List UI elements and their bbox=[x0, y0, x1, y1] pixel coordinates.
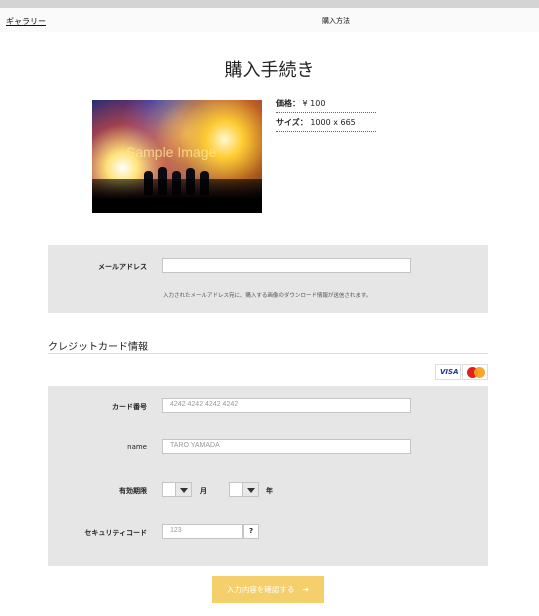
size-label: サイズ： bbox=[276, 118, 308, 127]
email-label: メールアドレス bbox=[98, 263, 147, 271]
cvc-input[interactable]: 123 bbox=[162, 524, 243, 539]
expiry-label: 有効期限 bbox=[119, 487, 147, 495]
page-title: 購入手続き bbox=[224, 60, 315, 81]
visa-icon: VISA bbox=[435, 364, 461, 380]
nav-link-gallery[interactable]: ギャラリー bbox=[6, 16, 46, 27]
cvc-help-button[interactable]: ? bbox=[243, 524, 259, 539]
credit-card-panel: カード番号 4242 4242 4242 4242 name TARO YAMA… bbox=[48, 386, 488, 566]
size-row: サイズ： 1000 x 665 bbox=[276, 117, 376, 132]
card-number-input[interactable]: 4242 4242 4242 4242 bbox=[162, 398, 411, 413]
cardholder-name-input[interactable]: TARO YAMADA bbox=[162, 439, 411, 454]
arrow-right-icon: ➔ bbox=[302, 585, 310, 594]
month-unit: 月 bbox=[200, 487, 207, 495]
card-number-label: カード番号 bbox=[112, 403, 147, 411]
price-value: ¥ 100 bbox=[302, 99, 326, 108]
crowd-silhouette bbox=[92, 179, 262, 213]
confirm-button-label: 入力内容を確認する bbox=[226, 585, 295, 594]
cvc-label: セキュリティコード bbox=[84, 529, 147, 537]
chevron-down-icon bbox=[242, 483, 258, 496]
confirm-button[interactable]: 入力内容を確認する ➔ bbox=[212, 576, 324, 603]
name-label: name bbox=[127, 443, 147, 451]
price-label: 価格： bbox=[276, 99, 300, 108]
mastercard-icon bbox=[462, 364, 488, 380]
chevron-down-icon bbox=[175, 483, 191, 496]
price-row: 価格： ¥ 100 bbox=[276, 98, 376, 113]
email-hint: 入力されたメールアドレス宛に、購入する画像のダウンロード情報が送信されます。 bbox=[163, 293, 372, 299]
email-input[interactable] bbox=[162, 258, 411, 273]
top-strip bbox=[0, 0, 539, 8]
image-watermark: Sample Image bbox=[126, 144, 217, 160]
section-divider bbox=[48, 353, 488, 354]
nav-link-how-to-buy[interactable]: 購入方法 bbox=[322, 16, 350, 26]
email-panel: メールアドレス 入力されたメールアドレス宛に、購入する画像のダウンロード情報が送… bbox=[48, 245, 488, 313]
product-image: Sample Image bbox=[92, 100, 262, 213]
size-value: 1000 x 665 bbox=[310, 118, 356, 127]
navbar: ギャラリー 購入方法 bbox=[0, 8, 539, 32]
expiry-year-select[interactable] bbox=[229, 482, 259, 497]
credit-section-title: クレジットカード情報 bbox=[48, 342, 148, 353]
expiry-month-select[interactable] bbox=[162, 482, 192, 497]
year-unit: 年 bbox=[266, 487, 273, 495]
